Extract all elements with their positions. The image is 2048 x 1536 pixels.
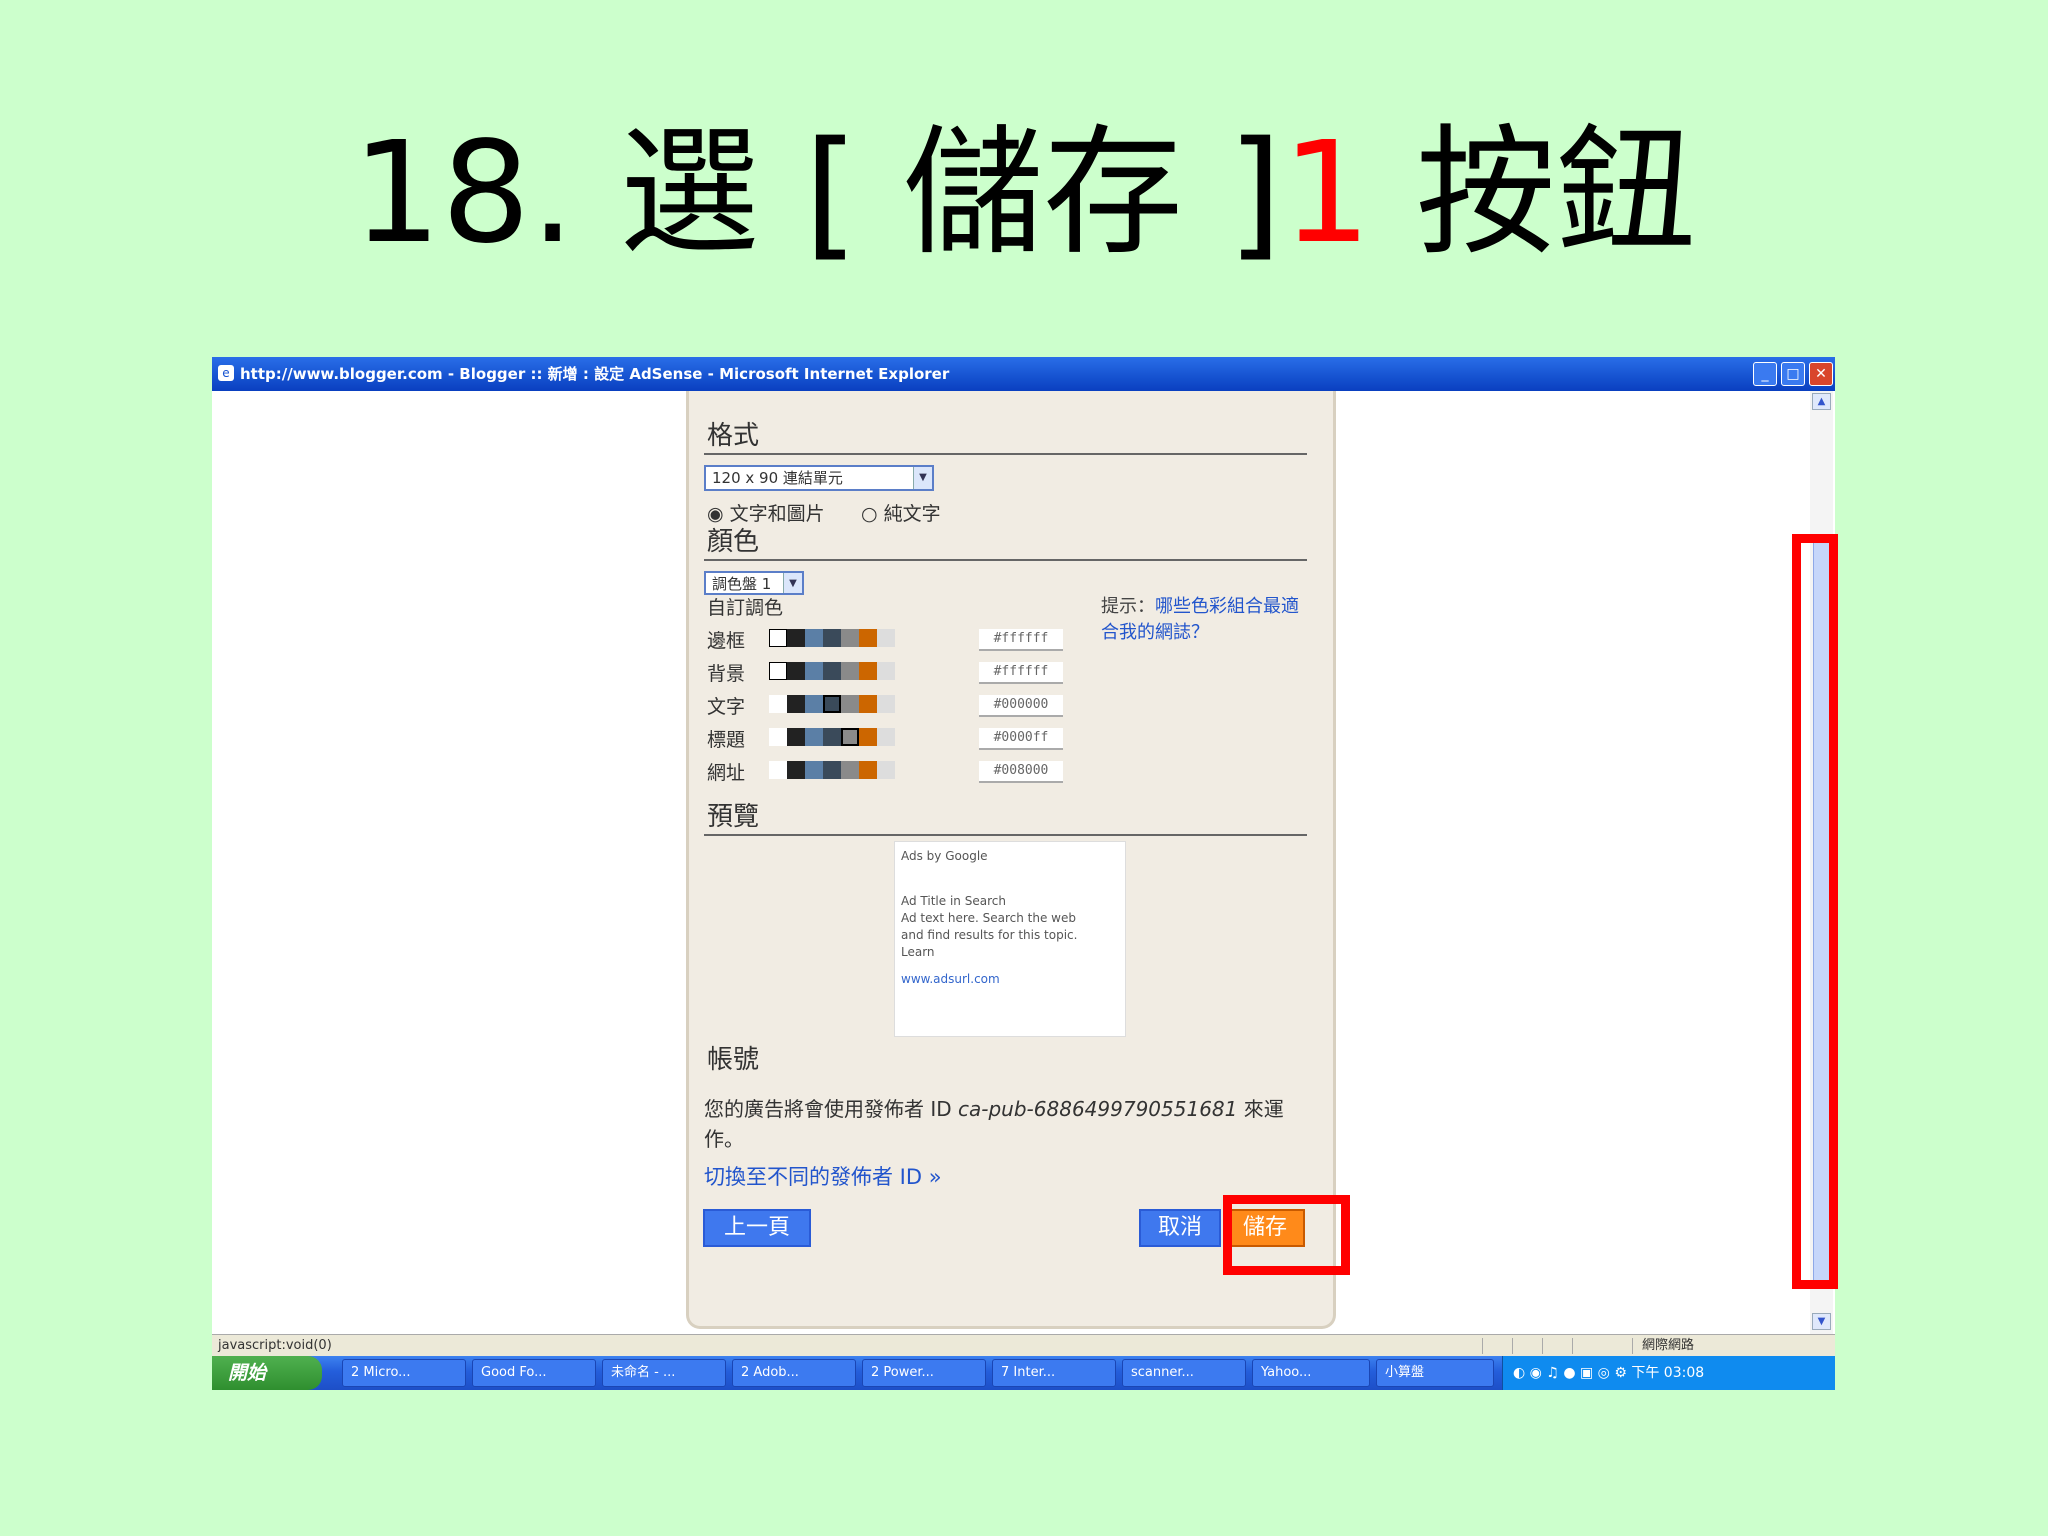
- browser-window: e http://www.blogger.com - Blogger :: 新增…: [212, 357, 1838, 1390]
- chevron-down-icon: ▼: [783, 573, 802, 593]
- radio-text-only[interactable]: ○ 純文字: [861, 499, 941, 526]
- taskbar-item[interactable]: 2 Micro...: [342, 1359, 466, 1387]
- url-hex-input[interactable]: #008000: [979, 761, 1063, 783]
- title-swatches[interactable]: [769, 728, 895, 746]
- publisher-id: ca-pub-6886499790551681: [958, 1097, 1238, 1121]
- border-color-label: 邊框: [707, 630, 746, 652]
- text-color-label: 文字: [707, 696, 746, 718]
- text-swatches[interactable]: [769, 695, 895, 713]
- scroll-down-icon[interactable]: ▼: [1812, 1313, 1831, 1330]
- divider: [704, 559, 1307, 561]
- save-button-highlight: [1223, 1195, 1350, 1275]
- publisher-id-text: 您的廣告將會使用發佈者 ID ca-pub-6886499790551681 來…: [704, 1097, 1284, 1151]
- border-swatches[interactable]: [769, 629, 895, 647]
- text-hex-input[interactable]: #000000: [979, 695, 1063, 717]
- palette-select-value: 調色盤 1: [712, 575, 772, 593]
- slide-title: 18. 選 [ 儲存 ]1 按鈕: [0, 110, 2048, 278]
- taskbar: 開始 2 Micro... Good Fo... 未命名 - ... 2 Ado…: [212, 1356, 1835, 1390]
- system-tray: ◐ ◉ ♫ ● ▣ ◎ ⚙ 下午 03:08: [1502, 1356, 1835, 1390]
- color-heading: 顏色: [707, 527, 760, 557]
- ie-icon: e: [218, 365, 234, 381]
- adsense-settings-panel: 格式 120 x 90 連結單元 ▼ ◉ 文字和圖片 ○ 純文字 顏色 調色盤 …: [686, 391, 1336, 1329]
- preview-ad-url: www.adsurl.com: [901, 972, 1000, 986]
- background-color-label: 背景: [707, 663, 746, 685]
- taskbar-item[interactable]: 7 Inter...: [992, 1359, 1116, 1387]
- divider: [704, 453, 1307, 455]
- internet-zone: 網際網路: [1642, 1338, 1695, 1353]
- window-title: http://www.blogger.com - Blogger :: 新增 :…: [240, 365, 950, 383]
- taskbar-item[interactable]: 2 Adob...: [732, 1359, 856, 1387]
- chevron-down-icon: ▼: [913, 467, 932, 489]
- cancel-button[interactable]: 取消: [1139, 1209, 1221, 1247]
- url-swatches[interactable]: [769, 761, 895, 779]
- status-text: javascript:void(0): [218, 1338, 332, 1353]
- preview-ad-title: Ad Title in Search: [901, 894, 1006, 908]
- scroll-up-icon[interactable]: ▲: [1812, 393, 1831, 410]
- preview-ad-text: Ad text here. Search the web: [901, 911, 1076, 925]
- window-titlebar[interactable]: e http://www.blogger.com - Blogger :: 新增…: [212, 357, 1835, 391]
- switch-publisher-link[interactable]: 切換至不同的發佈者 ID »: [704, 1161, 942, 1191]
- url-color-label: 網址: [707, 762, 746, 784]
- format-heading: 格式: [707, 421, 760, 451]
- close-button[interactable]: ✕: [1809, 362, 1833, 386]
- color-tip: 提示：哪些色彩組合最適合我的網誌？: [1101, 594, 1311, 646]
- clock: 下午 03:08: [1631, 1365, 1705, 1381]
- tip-label: 提示：: [1101, 596, 1155, 617]
- title-hex-input[interactable]: #0000ff: [979, 728, 1063, 750]
- title-prefix: 18. 選 [ 儲存 ]: [352, 112, 1283, 275]
- title-suffix: 按鈕: [1371, 112, 1696, 275]
- format-select-value: 120 x 90 連結單元: [712, 469, 843, 487]
- background-hex-input[interactable]: #ffffff: [979, 662, 1063, 684]
- border-hex-input[interactable]: #ffffff: [979, 629, 1063, 651]
- minimize-button[interactable]: _: [1753, 362, 1777, 386]
- preview-ad-text-2: and find results for this topic.: [901, 928, 1078, 942]
- status-bar: javascript:void(0) 網際網路: [212, 1334, 1835, 1357]
- palette-select[interactable]: 調色盤 1 ▼: [704, 571, 804, 595]
- prev-page-button[interactable]: 上一頁: [703, 1209, 811, 1247]
- maximize-button[interactable]: □: [1781, 362, 1805, 386]
- publisher-heading: 帳號: [707, 1045, 760, 1075]
- browser-content: 格式 120 x 90 連結單元 ▼ ◉ 文字和圖片 ○ 純文字 顏色 調色盤 …: [212, 391, 1835, 1334]
- taskbar-item[interactable]: Good Fo...: [472, 1359, 596, 1387]
- taskbar-item[interactable]: scanner...: [1122, 1359, 1246, 1387]
- preview-heading: 預覽: [707, 802, 760, 832]
- tray-icons: ◐ ◉ ♫ ● ▣ ◎ ⚙: [1513, 1365, 1632, 1381]
- taskbar-item[interactable]: 未命名 - ...: [602, 1359, 726, 1387]
- preview-ads-by: Ads by Google: [901, 849, 988, 863]
- divider: [704, 834, 1307, 836]
- custom-palette-label: 自訂調色: [707, 597, 784, 619]
- preview-ad-text-3: Learn: [901, 945, 935, 959]
- scrollbar-highlight: [1792, 534, 1838, 1289]
- start-button[interactable]: 開始: [212, 1356, 322, 1390]
- format-select[interactable]: 120 x 90 連結單元 ▼: [704, 465, 934, 491]
- title-color-label: 標題: [707, 729, 746, 751]
- taskbar-item[interactable]: 小算盤: [1376, 1359, 1494, 1387]
- background-swatches[interactable]: [769, 662, 895, 680]
- taskbar-item[interactable]: Yahoo...: [1252, 1359, 1370, 1387]
- title-step-number: 1: [1282, 112, 1372, 275]
- taskbar-item[interactable]: 2 Power...: [862, 1359, 986, 1387]
- ad-preview: Ads by Google Ad Title in Search Ad text…: [894, 841, 1126, 1037]
